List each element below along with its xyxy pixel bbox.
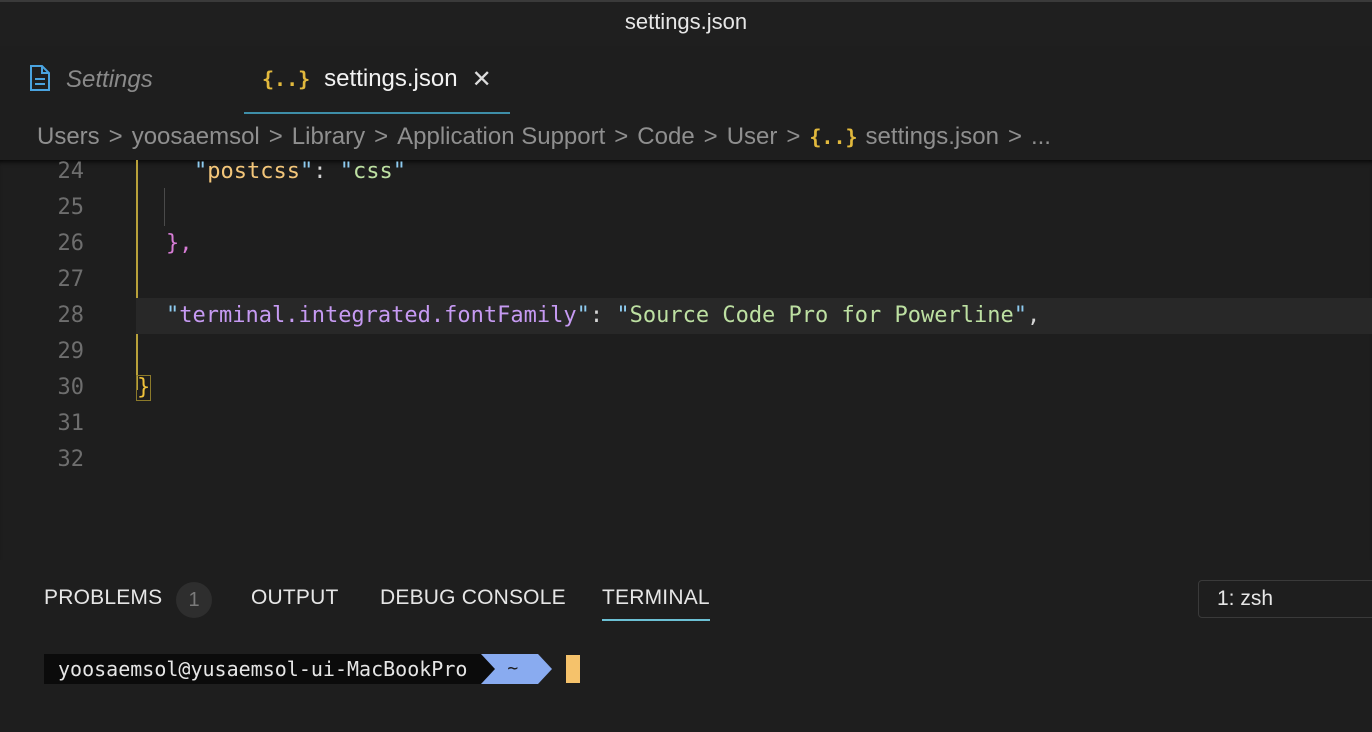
code-line: 32 (0, 448, 1372, 484)
code-text: } (135, 375, 152, 401)
code-line-current: 28 "terminal.integrated.fontFamily": "So… (0, 298, 1372, 340)
tab-terminal[interactable]: TERMINAL (602, 586, 710, 621)
tab-settings-json[interactable]: {..} settings.json ✕ (244, 46, 510, 114)
breadcrumb-item[interactable]: Application Support (397, 123, 605, 151)
breadcrumb-item[interactable]: Users (37, 123, 100, 151)
window-title: settings.json (624, 9, 748, 34)
line-number: 25 (57, 195, 85, 220)
line-number: 29 (57, 339, 85, 364)
chevron-right-icon: > (108, 123, 123, 150)
line-number: 31 (57, 411, 85, 436)
chevron-right-icon: > (1007, 123, 1022, 150)
breadcrumb: Users > yoosaemsol > Library > Applicati… (0, 114, 1372, 160)
tab-problems[interactable]: PROBLEMS (44, 586, 162, 610)
line-number: 24 (57, 159, 85, 184)
tab-debug-console[interactable]: DEBUG CONSOLE (380, 586, 566, 610)
terminal-prompt[interactable]: yoosaemsol@yusaemsol-ui-MacBookPro ~ (44, 654, 581, 684)
tab-output[interactable]: OUTPUT (251, 586, 339, 610)
breadcrumb-more[interactable]: ... (1031, 123, 1051, 151)
breadcrumb-item[interactable]: Library (292, 123, 365, 151)
breadcrumb-item[interactable]: User (727, 123, 778, 151)
code-line: 30 } (0, 375, 1372, 412)
breadcrumb-item[interactable]: Code (637, 123, 694, 151)
chevron-right-icon: > (614, 123, 629, 150)
code-line: 24 "postcss": "css" (0, 160, 1372, 196)
line-number: 32 (57, 447, 85, 472)
terminal-select[interactable]: 1: zsh (1198, 580, 1372, 618)
prompt-user-host: yoosaemsol@yusaemsol-ui-MacBookPro (44, 654, 482, 684)
code-line: 25 (0, 196, 1372, 232)
problems-count-badge: 1 (176, 582, 212, 618)
terminal-cursor (566, 655, 581, 683)
file-icon (28, 64, 52, 97)
chevron-right-icon: > (786, 123, 801, 150)
breadcrumb-file[interactable]: settings.json (866, 123, 999, 151)
editor-tab-bar: Settings {..} settings.json ✕ (0, 46, 1372, 114)
code-text: "postcss": "css" (194, 159, 406, 184)
code-text: "terminal.integrated.fontFamily": "Sourc… (166, 303, 1041, 328)
prompt-cwd: ~ (481, 654, 553, 684)
code-line: 31 (0, 412, 1372, 448)
tab-label: Settings (66, 66, 153, 93)
json-braces-icon: {..} (809, 125, 858, 149)
bottom-panel: PROBLEMS 1 OUTPUT DEBUG CONSOLE TERMINAL… (0, 560, 1372, 732)
code-editor[interactable]: 24 "postcss": "css" 25 26 }, 27 28 "term… (0, 160, 1372, 560)
window-titlebar: settings.json (0, 0, 1372, 46)
line-number: 26 (57, 231, 85, 256)
breadcrumb-item[interactable]: yoosaemsol (132, 123, 260, 151)
line-number: 28 (57, 303, 85, 328)
line-number: 30 (57, 375, 85, 400)
line-number: 27 (57, 267, 85, 292)
code-line: 29 (0, 340, 1372, 376)
code-line: 26 }, (0, 232, 1372, 268)
tab-label: settings.json (324, 65, 458, 92)
tab-settings[interactable]: Settings (0, 46, 244, 114)
close-icon[interactable]: ✕ (472, 65, 492, 94)
chevron-right-icon: > (268, 123, 283, 150)
json-braces-icon: {..} (262, 67, 311, 91)
chevron-right-icon: > (703, 123, 718, 150)
code-text: }, (166, 231, 193, 256)
chevron-right-icon: > (374, 123, 389, 150)
